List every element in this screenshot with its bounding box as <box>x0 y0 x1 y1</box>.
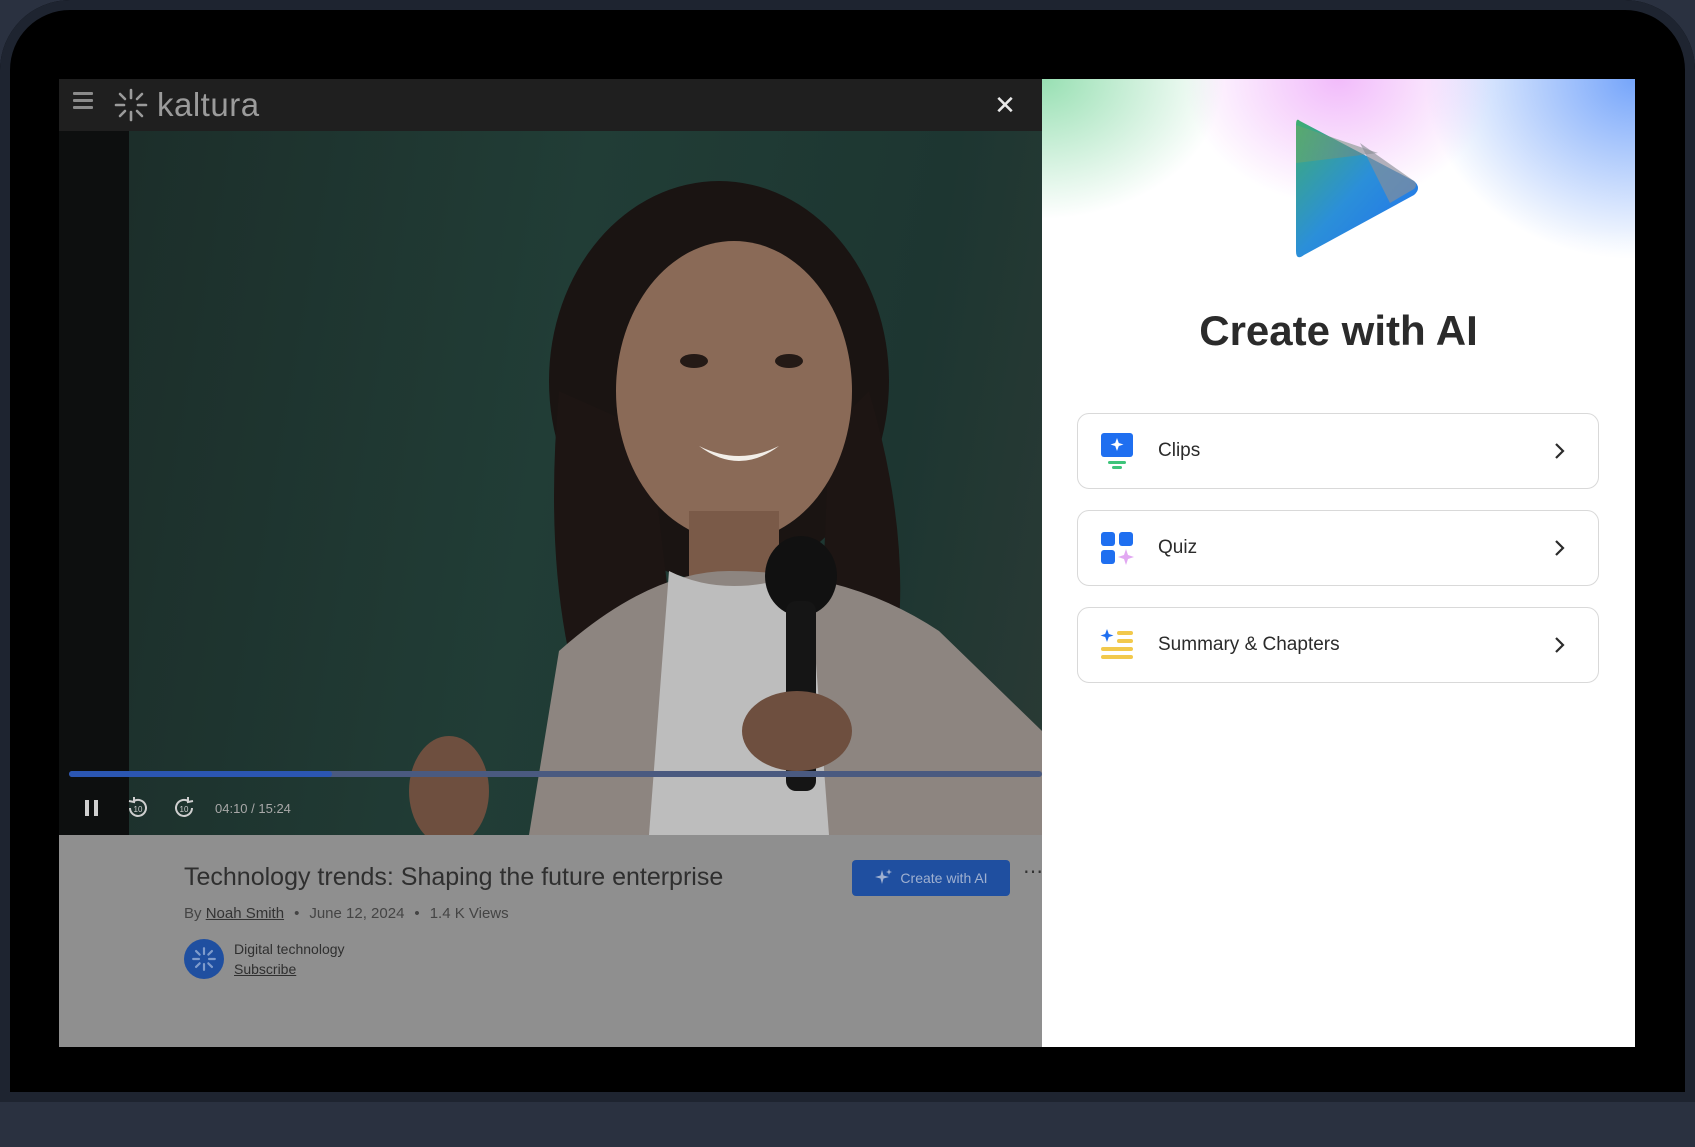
quiz-icon <box>1098 529 1136 567</box>
menu-icon[interactable] <box>73 92 93 110</box>
panel-title: Create with AI <box>1199 307 1478 354</box>
channel-info: Digital technology Subscribe <box>184 939 345 979</box>
option-label: Quiz <box>1158 537 1198 558</box>
device-chin <box>12 1102 1683 1147</box>
more-options-button[interactable]: ⋯ <box>1023 859 1042 884</box>
meta-dot-icon: • <box>414 905 420 922</box>
create-with-ai-button[interactable]: Create with AI <box>852 860 1010 896</box>
player-page: kaltura ✕ 10 10 04:10 / 15:24 Technology… <box>59 79 1042 1047</box>
kaltura-burst-icon <box>114 88 148 122</box>
close-button[interactable]: ✕ <box>990 90 1020 120</box>
chevron-right-icon <box>1550 635 1570 655</box>
svg-text:10: 10 <box>134 805 143 814</box>
forward-10-icon: 10 <box>175 797 194 817</box>
ai-panel: Create with AI Clips Quiz Summary & Chap… <box>1042 79 1635 1047</box>
option-quiz[interactable]: Quiz <box>1077 510 1599 586</box>
video-meta: By Noah Smith • June 12, 2024 • 1.4 K Vi… <box>184 905 509 922</box>
pause-icon <box>85 800 98 816</box>
summary-icon <box>1098 626 1136 664</box>
play-logo-icon <box>1296 119 1418 258</box>
top-bar: kaltura ✕ <box>59 79 1042 131</box>
video-info: Technology trends: Shaping the future en… <box>59 835 1042 1047</box>
speaker-illustration <box>409 181 1042 835</box>
publish-date: June 12, 2024 <box>309 905 405 922</box>
video-title: Technology trends: Shaping the future en… <box>184 863 724 891</box>
meta-dot-icon: • <box>294 905 300 922</box>
player-controls: 10 10 04:10 / 15:24 <box>77 793 291 823</box>
pause-button[interactable] <box>77 793 107 823</box>
chevron-right-icon <box>1550 441 1570 461</box>
screen: kaltura ✕ 10 10 04:10 / 15:24 Technology… <box>59 79 1635 1047</box>
video-image <box>129 131 1042 835</box>
view-count: 1.4 K Views <box>429 905 509 922</box>
chevron-right-icon <box>1550 538 1570 558</box>
channel-name: Digital technology <box>234 941 345 957</box>
forward-10-button[interactable]: 10 <box>169 793 199 823</box>
option-clips[interactable]: Clips <box>1077 413 1599 489</box>
clips-icon <box>1098 432 1136 470</box>
create-with-ai-label: Create with AI <box>900 870 988 886</box>
option-label: Summary & Chapters <box>1158 634 1340 655</box>
channel-avatar[interactable] <box>184 939 224 979</box>
svg-text:10: 10 <box>180 805 189 814</box>
sparkle-icon <box>875 869 893 884</box>
rewind-10-button[interactable]: 10 <box>123 793 153 823</box>
rewind-10-icon: 10 <box>128 797 147 817</box>
video-frame[interactable]: 10 10 04:10 / 15:24 <box>59 131 1042 835</box>
progress-bar[interactable] <box>69 771 1042 777</box>
progress-fill <box>69 771 332 777</box>
subscribe-link[interactable]: Subscribe <box>234 961 345 977</box>
author-link[interactable]: Noah Smith <box>206 905 284 922</box>
time-display: 04:10 / 15:24 <box>215 800 291 816</box>
kaltura-logo[interactable]: kaltura <box>113 85 260 125</box>
by-label: By Noah Smith <box>184 905 285 922</box>
kaltura-burst-icon <box>192 947 216 971</box>
option-summary-chapters[interactable]: Summary & Chapters <box>1077 607 1599 683</box>
logo-text: kaltura <box>157 86 260 123</box>
option-label: Clips <box>1158 440 1201 461</box>
